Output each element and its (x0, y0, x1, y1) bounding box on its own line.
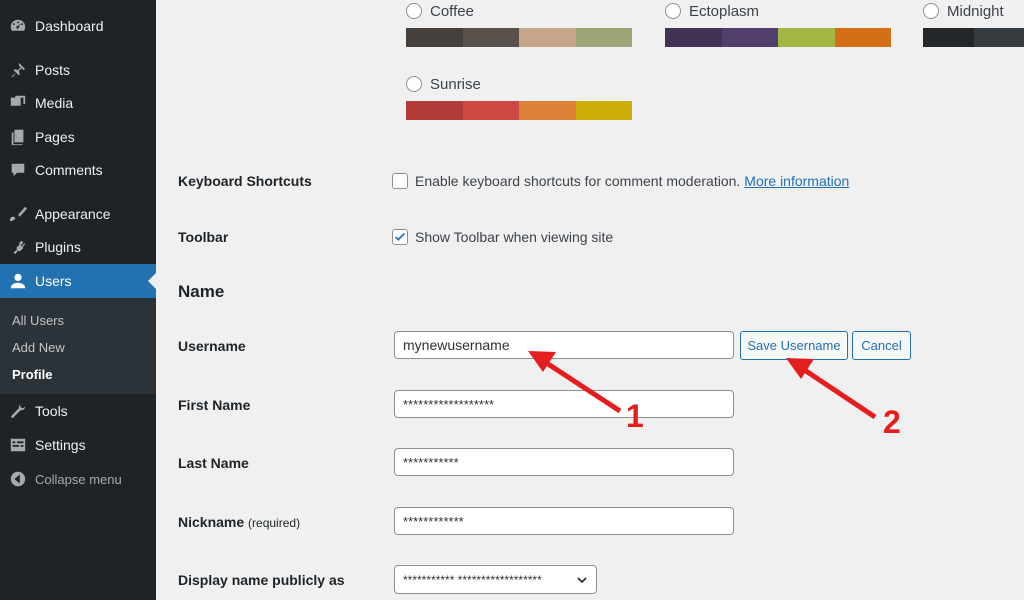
admin-sidebar: Dashboard Posts Media Pages Comments App… (0, 0, 156, 600)
color-scheme-name: Coffee (430, 2, 474, 20)
sidebar-item-media[interactable]: Media (0, 86, 156, 120)
sidebar-item-label: Comments (35, 162, 103, 178)
sidebar-item-label: Media (35, 95, 74, 111)
keyboard-shortcuts-checkbox[interactable] (392, 173, 408, 189)
comment-icon (9, 161, 27, 179)
color-swatches (665, 28, 891, 47)
color-scheme-ectoplasm[interactable]: Ectoplasm (665, 1, 891, 47)
sidebar-item-label: Plugins (35, 239, 81, 255)
annotation-number-1: 1 (626, 398, 644, 434)
sidebar-item-comments[interactable]: Comments (0, 153, 156, 187)
sidebar-item-label: Tools (35, 403, 68, 419)
toolbar-text: Show Toolbar when viewing site (415, 229, 614, 245)
nickname-label: Nickname (required) (178, 514, 300, 530)
pages-icon (9, 128, 27, 146)
pin-icon (9, 61, 27, 79)
arrow-2 (786, 358, 877, 420)
nickname-label-text: Nickname (178, 514, 245, 530)
color-scheme-coffee[interactable]: Coffee (406, 1, 632, 47)
chevron-down-icon (577, 576, 587, 583)
first-name-label: First Name (178, 397, 251, 413)
sidebar-item-label: Collapse menu (35, 471, 122, 487)
color-scheme-midnight[interactable]: Midnight (923, 1, 1024, 47)
sidebar-item-label: Pages (35, 129, 75, 145)
sidebar-item-settings[interactable]: Settings (0, 428, 156, 462)
toolbar-checkbox[interactable] (392, 229, 408, 245)
last-name-input[interactable]: *********** (394, 448, 734, 476)
keyboard-shortcuts-row: Enable keyboard shortcuts for comment mo… (392, 173, 849, 189)
display-name-label: Display name publicly as (178, 572, 345, 588)
color-scheme-name: Sunrise (430, 75, 481, 93)
sidebar-item-label: Appearance (35, 206, 111, 222)
username-label: Username (178, 338, 246, 354)
brush-icon (9, 205, 27, 223)
annotation-number-2: 2 (883, 404, 901, 440)
users-submenu: All Users Add New Profile (0, 298, 156, 394)
color-scheme-sunrise[interactable]: Sunrise (406, 74, 632, 120)
sidebar-item-label: Posts (35, 62, 71, 78)
required-note: (required) (248, 516, 301, 530)
cancel-button[interactable]: Cancel (852, 331, 911, 360)
sidebar-item-label: Settings (35, 437, 86, 453)
color-swatches (406, 101, 632, 120)
sidebar-item-plugins[interactable]: Plugins (0, 230, 156, 264)
radio-button[interactable] (406, 3, 422, 19)
submenu-item-profile[interactable]: Profile (12, 367, 52, 382)
user-icon (9, 272, 27, 290)
sidebar-item-tools[interactable]: Tools (0, 394, 156, 428)
collapse-icon (9, 470, 27, 488)
sidebar-collapse-menu[interactable]: Collapse menu (0, 462, 156, 496)
color-swatches (406, 28, 632, 47)
more-information-link[interactable]: More information (744, 173, 849, 189)
plug-icon (9, 238, 27, 256)
display-name-select[interactable]: *********** ****************** (394, 565, 597, 594)
sidebar-item-label: Dashboard (35, 18, 104, 34)
dashboard-icon (9, 17, 27, 35)
radio-button[interactable] (923, 3, 939, 19)
settings-icon (9, 436, 27, 454)
color-scheme-name: Midnight (947, 2, 1004, 20)
toolbar-row: Show Toolbar when viewing site (392, 229, 613, 245)
sidebar-item-posts[interactable]: Posts (0, 53, 156, 87)
color-swatches (923, 28, 1024, 47)
checkmark-icon (395, 232, 405, 241)
display-name-value: *********** ****************** (403, 572, 542, 587)
radio-button[interactable] (406, 76, 422, 92)
submenu-item-all-users[interactable]: All Users (12, 313, 64, 328)
keyboard-shortcuts-text: Enable keyboard shortcuts for comment mo… (415, 173, 741, 189)
save-username-button[interactable]: Save Username (740, 331, 848, 360)
sidebar-item-pages[interactable]: Pages (0, 120, 156, 154)
radio-button[interactable] (665, 3, 681, 19)
submenu-item-add-new[interactable]: Add New (12, 340, 65, 355)
keyboard-shortcuts-label: Keyboard Shortcuts (178, 173, 312, 189)
sidebar-item-users[interactable]: Users (0, 264, 156, 298)
sidebar-item-dashboard[interactable]: Dashboard (0, 9, 156, 43)
color-scheme-name: Ectoplasm (689, 2, 760, 20)
first-name-input[interactable]: ****************** (394, 390, 734, 418)
username-input[interactable]: mynewusername (394, 331, 734, 359)
sidebar-item-label: Users (35, 273, 72, 289)
nickname-input[interactable]: ************ (394, 507, 734, 535)
sidebar-item-appearance[interactable]: Appearance (0, 197, 156, 231)
media-icon (9, 94, 27, 112)
toolbar-label: Toolbar (178, 229, 229, 245)
name-section-title: Name (178, 282, 225, 301)
wrench-icon (9, 402, 27, 420)
last-name-label: Last Name (178, 455, 249, 471)
